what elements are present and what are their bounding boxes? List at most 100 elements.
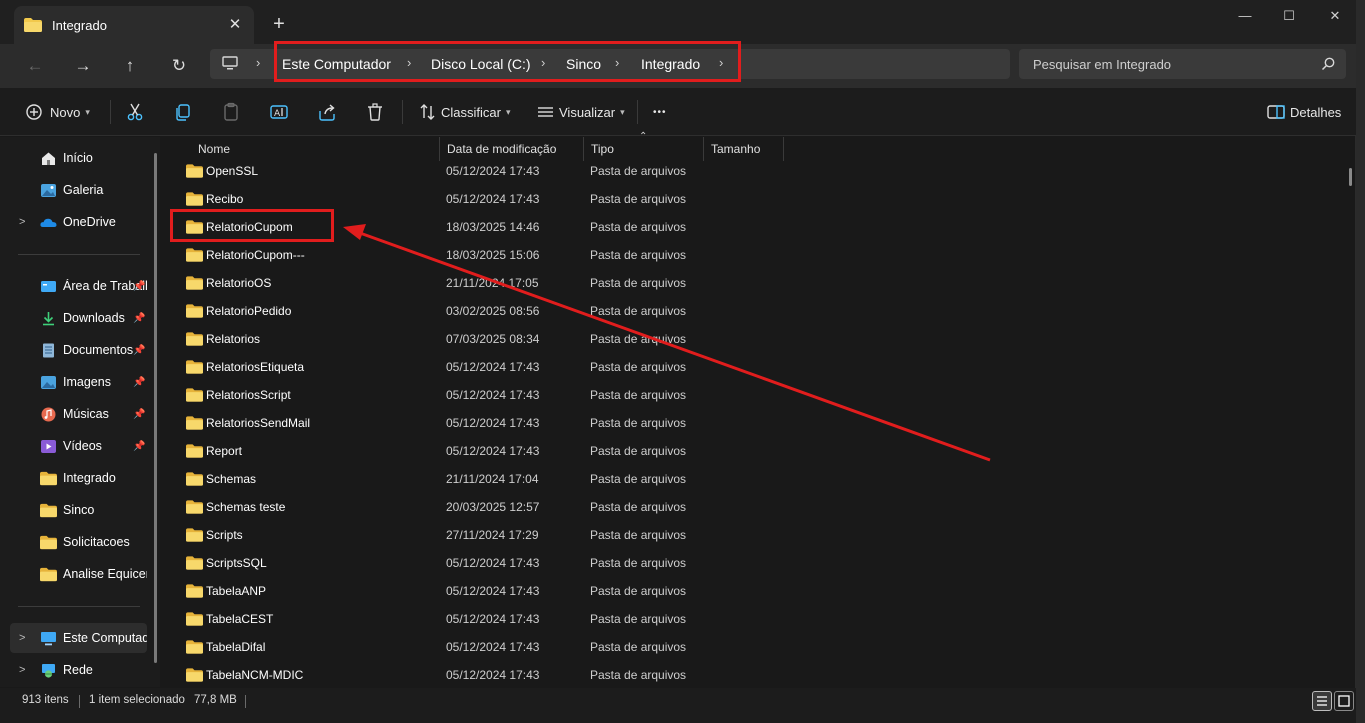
- tab-title: Integrado: [52, 17, 107, 33]
- file-modified-date: 18/03/2025 14:46: [446, 220, 540, 234]
- file-row[interactable]: RelatoriosScript 05/12/2024 17:43 Pasta de…: [163, 381, 783, 409]
- file-name: Schemas: [206, 472, 257, 486]
- new-button[interactable]: Novo ▾: [24, 100, 90, 124]
- sidebar-item-integrado[interactable]: Integrado: [0, 464, 150, 492]
- sidebar-item-inicio[interactable]: Início: [0, 144, 150, 172]
- sidebar-scrollbar[interactable]: [154, 153, 157, 663]
- more-options-button[interactable]: •••: [653, 100, 667, 124]
- sidebar-item-label: Galeria: [63, 183, 104, 197]
- sidebar-item-musicas[interactable]: Músicas 📌: [0, 400, 150, 428]
- chevron-right-icon[interactable]: >: [19, 632, 25, 644]
- up-button[interactable]: ↑: [115, 52, 145, 80]
- new-tab-button[interactable]: +: [268, 14, 290, 36]
- file-row[interactable]: Scripts 27/11/2024 17:29 Pasta de arquivos: [163, 521, 783, 549]
- file-list-scrollbar[interactable]: [1349, 168, 1352, 186]
- maximize-button[interactable]: ☐: [1266, 6, 1312, 26]
- folder-icon: [186, 192, 203, 206]
- file-modified-date: 21/11/2024 17:05: [446, 276, 539, 290]
- paste-button[interactable]: [219, 100, 243, 124]
- file-modified-date: 05/12/2024 17:43: [446, 584, 540, 598]
- share-button[interactable]: [315, 100, 339, 124]
- file-row[interactable]: RelatorioCupom--- 18/03/2025 15:06 Pasta d…: [163, 241, 783, 269]
- chevron-right-icon[interactable]: >: [19, 216, 25, 228]
- file-row[interactable]: Schemas teste 20/03/2025 12:57 Pasta de ar…: [163, 493, 783, 521]
- file-type: Pasta de arquivos: [590, 500, 687, 514]
- sidebar-item-galeria[interactable]: Galeria: [0, 176, 150, 204]
- videos-icon: [41, 439, 56, 453]
- tiles-view-button[interactable]: [1334, 691, 1354, 711]
- back-button[interactable]: ←: [20, 52, 50, 80]
- sidebar-item-analise-equicenter[interactable]: Analise Equicenter: [0, 560, 150, 588]
- file-row[interactable]: Schemas 21/11/2024 17:04 Pasta de arquivos: [163, 465, 783, 493]
- file-row[interactable]: RelatoriosEtiqueta 05/12/2024 17:43 Pasta …: [163, 353, 783, 381]
- sidebar-item-este-computador[interactable]: > Este Computador: [0, 624, 150, 652]
- sidebar-item-downloads[interactable]: Downloads 📌: [0, 304, 150, 332]
- folder-icon: [186, 416, 203, 430]
- file-row[interactable]: TabelaANP 05/12/2024 17:43 Pasta de arquiv…: [163, 577, 783, 605]
- file-modified-date: 05/12/2024 17:43: [446, 416, 540, 430]
- file-row[interactable]: Report 05/12/2024 17:43 Pasta de arquivos: [163, 437, 783, 465]
- file-name: RelatorioOS: [206, 276, 272, 290]
- file-name: TabelaCEST: [206, 612, 274, 626]
- minimize-button[interactable]: —: [1222, 6, 1268, 26]
- divider: [402, 100, 403, 124]
- folder-icon: [186, 612, 203, 626]
- close-tab-icon[interactable]: ✕: [226, 16, 244, 34]
- refresh-button[interactable]: ↻: [164, 52, 194, 80]
- file-modified-date: 05/12/2024 17:43: [446, 192, 540, 206]
- copy-button[interactable]: [171, 100, 195, 124]
- sidebar-item-rede[interactable]: > Rede: [0, 656, 150, 684]
- gallery-icon: [41, 183, 56, 197]
- file-row[interactable]: RelatorioPedido 03/02/2025 08:56 Pasta de …: [163, 297, 783, 325]
- status-bar: 913 itens 1 item selecionado 77,8 MB: [0, 688, 1356, 723]
- sidebar-item-label: Sinco: [63, 503, 95, 517]
- file-modified-date: 05/12/2024 17:43: [446, 444, 540, 458]
- file-row[interactable]: TabelaDifal 05/12/2024 17:43 Pasta de arqu…: [163, 633, 783, 661]
- file-modified-date: 05/12/2024 17:43: [446, 388, 540, 402]
- computer-icon: [222, 56, 238, 70]
- folder-icon: [186, 360, 203, 374]
- sidebar-item-videos[interactable]: Vídeos 📌: [0, 432, 150, 460]
- file-row[interactable]: Relatorios 07/03/2025 08:34 Pasta de arqui…: [163, 325, 783, 353]
- sidebar-item-imagens[interactable]: Imagens 📌: [0, 368, 150, 396]
- sidebar-item-solicitacoes[interactable]: Solicitacoes: [0, 528, 150, 556]
- file-type: Pasta de arquivos: [590, 416, 687, 430]
- file-type: Pasta de arquivos: [590, 332, 687, 346]
- cut-button[interactable]: [123, 100, 147, 124]
- file-row[interactable]: ScriptsSQL 05/12/2024 17:43 Pasta de arqui…: [163, 549, 783, 577]
- file-row[interactable]: TabelaCEST 05/12/2024 17:43 Pasta de arqui…: [163, 605, 783, 633]
- file-row[interactable]: OpenSSL 05/12/2024 17:43 Pasta de arquivos: [163, 157, 783, 185]
- file-type: Pasta de arquivos: [590, 612, 687, 626]
- file-row[interactable]: RelatorioOS 21/11/2024 17:05 Pasta de arqu…: [163, 269, 783, 297]
- file-modified-date: 05/12/2024 17:43: [446, 164, 540, 178]
- file-name: TabelaNCM-MDIC: [206, 668, 304, 682]
- file-name: TabelaANP: [206, 584, 267, 598]
- sort-button[interactable]: Classificar ▾: [416, 100, 511, 124]
- sidebar-item-area-de-trabalho[interactable]: Área de Trabalho 📌: [0, 272, 150, 300]
- folder-icon: [186, 584, 203, 598]
- close-window-button[interactable]: ✕: [1312, 6, 1358, 26]
- folder-icon: [186, 332, 203, 346]
- sidebar-item-documentos[interactable]: Documentos 📌: [0, 336, 150, 364]
- forward-button[interactable]: →: [68, 52, 98, 80]
- search-input[interactable]: Pesquisar em Integrado: [1019, 49, 1346, 79]
- tab-integrado[interactable]: Integrado ✕: [14, 6, 254, 44]
- file-row[interactable]: RelatoriosSendMail 05/12/2024 17:43 Pasta …: [163, 409, 783, 437]
- pictures-icon: [41, 375, 56, 389]
- rename-button[interactable]: A: [267, 100, 291, 124]
- delete-button[interactable]: [363, 100, 387, 124]
- divider: [18, 254, 140, 255]
- chevron-right-icon[interactable]: >: [19, 664, 25, 676]
- details-view-button[interactable]: [1312, 691, 1332, 711]
- pin-icon: 📌: [133, 280, 146, 292]
- sidebar-item-onedrive[interactable]: > OneDrive: [0, 208, 150, 236]
- folder-icon: [186, 444, 203, 458]
- view-button[interactable]: Visualizar ▾: [534, 100, 625, 124]
- file-row[interactable]: TabelaNCM-MDIC 05/12/2024 17:43 Pasta de a…: [163, 661, 783, 689]
- sidebar-item-sinco[interactable]: Sinco: [0, 496, 150, 524]
- chevron-down-icon: ▾: [85, 106, 90, 117]
- file-modified-date: 05/12/2024 17:43: [446, 668, 540, 682]
- details-button[interactable]: Detalhes: [1264, 100, 1341, 124]
- file-name: OpenSSL: [206, 164, 259, 178]
- selected-row-highlight-box: [170, 209, 334, 242]
